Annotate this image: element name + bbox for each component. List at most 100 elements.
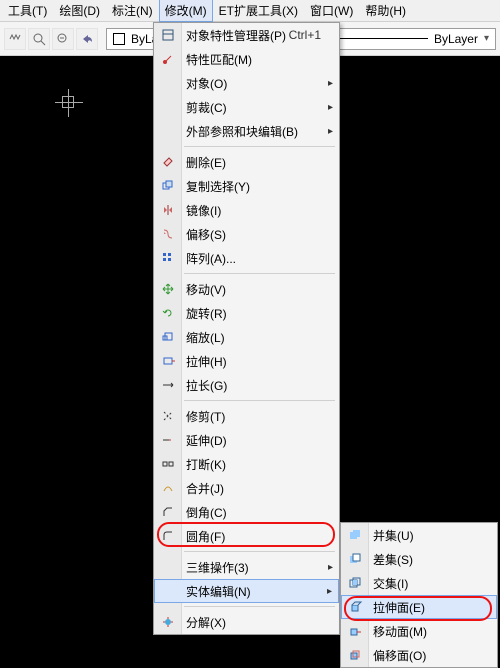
extrf-icon: [347, 598, 365, 616]
menu-item-label: 特性匹配(M): [186, 51, 252, 68]
modify-menu-item[interactable]: 剪裁(C) ▸: [154, 95, 339, 119]
tool-hand-icon[interactable]: [4, 28, 26, 50]
menu-draw[interactable]: 绘图(D): [53, 0, 106, 22]
menu-item-label: 旋转(R): [186, 305, 227, 322]
chevron-down-icon: ▾: [484, 33, 489, 44]
modify-menu-item[interactable]: 合并(J): [154, 476, 339, 500]
menu-dimension[interactable]: 标注(N): [106, 0, 159, 22]
modify-menu-item[interactable]: 修剪(T): [154, 404, 339, 428]
modify-menu-item[interactable]: 外部参照和块编辑(B)▸: [154, 119, 339, 143]
modify-menu-item[interactable]: 缩放(L): [154, 325, 339, 349]
mirror-icon: [159, 201, 177, 219]
rotate-icon: [159, 304, 177, 322]
menu-item-label: 偏移面(O): [373, 647, 426, 664]
menu-item-label: 圆角(F): [186, 528, 225, 545]
array-icon: [159, 249, 177, 267]
solidedit-menu-item[interactable]: 并集(U): [341, 523, 497, 547]
offsf-icon: [346, 646, 364, 664]
intersect-icon: [346, 574, 364, 592]
menu-item-label: 对象(O): [186, 75, 227, 92]
solidedit-menu-item[interactable]: 交集(I): [341, 571, 497, 595]
menu-item-label: 并集(U): [373, 527, 414, 544]
menu-item-label: 缩放(L): [186, 329, 225, 346]
menu-item-label: 剪裁(C): [186, 99, 227, 116]
menu-item-label: 交集(I): [373, 575, 408, 592]
tool-undo-icon[interactable]: [76, 28, 98, 50]
menu-item-label: 移动(V): [186, 281, 226, 298]
modify-menu-item[interactable]: 三维操作(3) ▸: [154, 555, 339, 579]
menu-item-label: 对象特性管理器(P): [186, 27, 286, 44]
modify-menu-item[interactable]: 实体编辑(N) ▸: [154, 579, 339, 603]
subtract-icon: [346, 550, 364, 568]
menu-item-label: 镜像(I): [186, 202, 221, 219]
menu-item-label: 实体编辑(N): [186, 583, 251, 600]
modify-menu-item[interactable]: 拉伸(H): [154, 349, 339, 373]
menu-item-label: 移动面(M): [373, 623, 427, 640]
bylayer2-label: ByLayer: [434, 32, 478, 46]
copy-icon: [159, 177, 177, 195]
union-icon: [346, 526, 364, 544]
solidedit-menu-item[interactable]: 差集(S): [341, 547, 497, 571]
movef-icon: [346, 622, 364, 640]
fillet-icon: [159, 527, 177, 545]
modify-menu-item[interactable]: 阵列(A)...: [154, 246, 339, 270]
trim-icon: [159, 407, 177, 425]
tool-zoomout-icon[interactable]: [52, 28, 74, 50]
tool-zoom-icon[interactable]: [28, 28, 50, 50]
scale-icon: [159, 328, 177, 346]
menu-modify[interactable]: 修改(M): [159, 0, 213, 22]
modify-menu-item[interactable]: 镜像(I): [154, 198, 339, 222]
solidedit-menu-item[interactable]: 拉伸面(E): [341, 595, 497, 619]
solidedit-menu-item[interactable]: 偏移面(O): [341, 643, 497, 667]
submenu-arrow-icon: ▸: [328, 562, 333, 573]
menu-item-label: 合并(J): [186, 480, 224, 497]
modify-menu-item[interactable]: 移动(V): [154, 277, 339, 301]
modify-menu-popup: 对象特性管理器(P)Ctrl+1 特性匹配(M) 对象(O) ▸ 剪裁(C) ▸ 外部参照和…: [153, 22, 340, 635]
modify-menu-item[interactable]: 复制选择(Y): [154, 174, 339, 198]
menu-item-label: 复制选择(Y): [186, 178, 250, 195]
modify-menu-item[interactable]: 圆角(F): [154, 524, 339, 548]
submenu-arrow-icon: ▸: [328, 102, 333, 113]
menu-item-label: 差集(S): [373, 551, 413, 568]
modify-menu-item[interactable]: 倒角(C): [154, 500, 339, 524]
submenu-arrow-icon: ▸: [328, 78, 333, 89]
color-swatch-icon: [113, 33, 125, 45]
menu-et-ext[interactable]: ET扩展工具(X): [213, 0, 304, 22]
modify-menu-item[interactable]: 偏移(S): [154, 222, 339, 246]
match-icon: [159, 50, 177, 68]
menu-item-label: 拉伸(H): [186, 353, 227, 370]
solidedit-menu-item[interactable]: 移动面(M): [341, 619, 497, 643]
menu-item-label: 删除(E): [186, 154, 226, 171]
extend-icon: [159, 431, 177, 449]
modify-menu-item[interactable]: 分解(X): [154, 610, 339, 634]
menu-item-label: 三维操作(3): [186, 559, 249, 576]
solid-edit-submenu: 并集(U) 差集(S) 交集(I) 拉伸面(E) 移动面(M) 偏移面(O): [340, 522, 498, 668]
submenu-arrow-icon: ▸: [327, 586, 332, 597]
menu-help[interactable]: 帮助(H): [359, 0, 412, 22]
menu-item-label: 倒角(C): [186, 504, 227, 521]
erase-icon: [159, 153, 177, 171]
menu-shortcut: Ctrl+1: [289, 28, 321, 42]
modify-menu-item[interactable]: 对象(O) ▸: [154, 71, 339, 95]
modify-menu-item[interactable]: 延伸(D): [154, 428, 339, 452]
menu-item-label: 拉长(G): [186, 377, 227, 394]
modify-menu-item[interactable]: 旋转(R): [154, 301, 339, 325]
move-icon: [159, 280, 177, 298]
modify-menu-item[interactable]: 删除(E): [154, 150, 339, 174]
menu-item-label: 打断(K): [186, 456, 226, 473]
crosshair-cursor-icon: [62, 96, 74, 108]
menu-window[interactable]: 窗口(W): [304, 0, 359, 22]
modify-menu-item[interactable]: 打断(K): [154, 452, 339, 476]
menu-item-label: 拉伸面(E): [373, 599, 425, 616]
offset-icon: [159, 225, 177, 243]
menu-item-label: 分解(X): [186, 614, 226, 631]
join-icon: [159, 479, 177, 497]
explode-icon: [159, 613, 177, 631]
menubar: 工具(T) 绘图(D) 标注(N) 修改(M) ET扩展工具(X) 窗口(W) …: [0, 0, 500, 22]
menu-item-label: 偏移(S): [186, 226, 226, 243]
menu-tools[interactable]: 工具(T): [2, 0, 53, 22]
break-icon: [159, 455, 177, 473]
modify-menu-item[interactable]: 对象特性管理器(P)Ctrl+1: [154, 23, 339, 47]
modify-menu-item[interactable]: 特性匹配(M): [154, 47, 339, 71]
modify-menu-item[interactable]: 拉长(G): [154, 373, 339, 397]
